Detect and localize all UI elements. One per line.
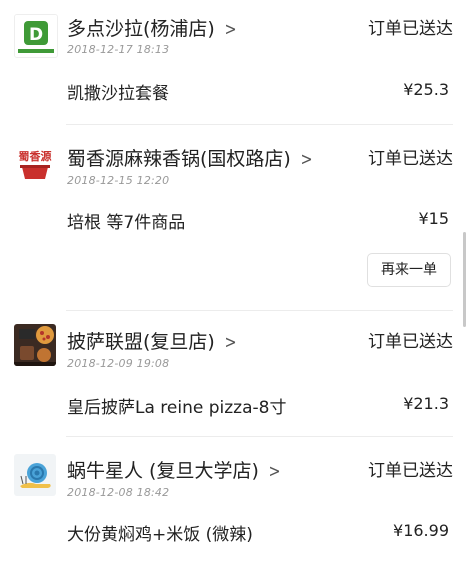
order-price: ¥21.3 [403,394,449,413]
shop-name-link[interactable]: 蜀香源麻辣香锅(国权路店) > [67,144,314,171]
scrollbar[interactable] [463,232,466,327]
pizza-shop-logo-icon [14,324,56,366]
svg-text:蜀香源: 蜀香源 [19,149,52,163]
chevron-right-icon: > [268,461,281,482]
order-item: 凯撒沙拉套餐 [67,84,169,104]
chevron-right-icon: > [224,19,237,40]
order-time: 2018-12-15 12:20 [67,174,170,187]
order-price: ¥15 [418,209,449,228]
shop-name: 多点沙拉(杨浦店) [67,18,215,40]
order-status: 订单已送达 [368,19,453,39]
shop-name-link[interactable]: 披萨联盟(复旦店) > [67,327,238,354]
order-item: 大份黄焖鸡+米饭 (微辣) [67,525,253,545]
order-item: 皇后披萨La reine pizza-8寸 [67,398,287,418]
order-price: ¥25.3 [403,80,449,99]
order-status: 订单已送达 [368,149,453,169]
order-time: 2018-12-09 19:08 [67,357,170,370]
order-status: 订单已送达 [368,332,453,352]
salad-shop-logo-icon: D [14,14,58,58]
shop-name: 蜀香源麻辣香锅(国权路店) [67,148,291,170]
shop-name-link[interactable]: 多点沙拉(杨浦店) > [67,14,238,41]
shop-name: 蜗牛星人 (复旦大学店) [67,460,259,482]
chevron-right-icon: > [224,332,237,353]
order-item: 培根 等7件商品 [67,213,186,233]
snail-shop-logo-icon [14,454,56,496]
hotpot-shop-logo-icon: 蜀香源 [14,143,56,185]
order-time: 2018-12-17 18:13 [67,43,170,56]
order-card[interactable]: 蜗牛星人 (复旦大学店) > 订单已送达 2018-12-08 18:42 大份黄… [0,436,467,564]
shop-name-link[interactable]: 蜗牛星人 (复旦大学店) > [67,456,282,483]
shop-name: 披萨联盟(复旦店) [67,331,215,353]
order-card[interactable]: 披萨联盟(复旦店) > 订单已送达 2018-12-09 19:08 皇后披萨La… [0,310,467,436]
order-card[interactable]: D 多点沙拉(杨浦店) > 订单已送达 2018-12-17 18:13 凯撒沙拉… [0,0,467,124]
order-price: ¥16.99 [393,521,449,540]
svg-text:D: D [29,25,43,45]
reorder-button[interactable]: 再来一单 [367,253,451,287]
order-card[interactable]: 蜀香源 蜀香源麻辣香锅(国权路店) > 订单已送达 2018-12-15 12:2… [0,124,467,310]
chevron-right-icon: > [300,149,313,170]
order-time: 2018-12-08 18:42 [67,486,170,499]
order-status: 订单已送达 [368,461,453,481]
